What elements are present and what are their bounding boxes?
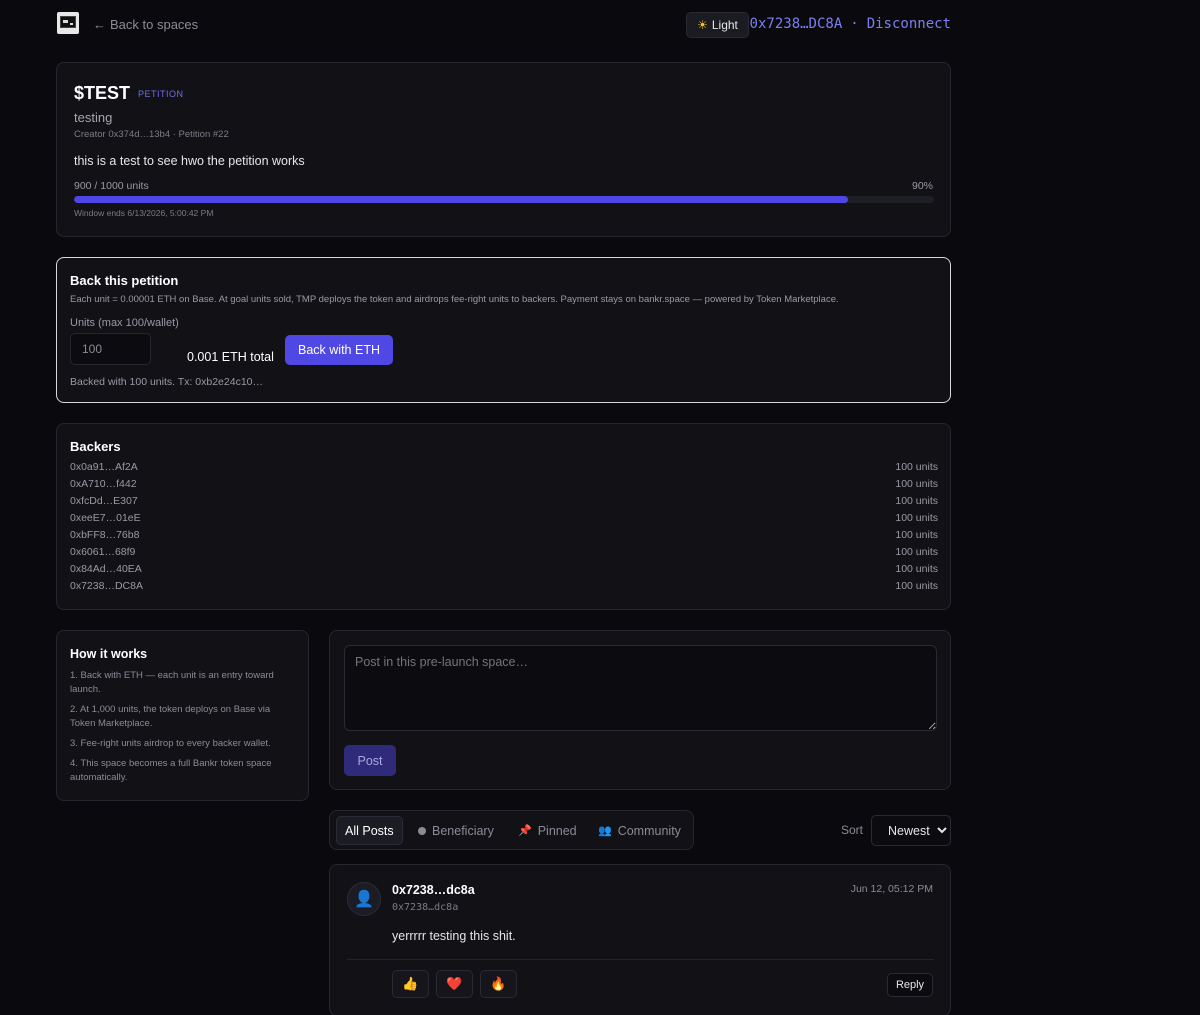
pin-icon: 📌	[518, 825, 532, 837]
backer-address: 0x7238…DC8A	[70, 580, 143, 592]
post-card: 👤 0x7238…dc8a 0x7238…dc8a Jun 12, 05:12 …	[329, 864, 951, 1015]
post-author[interactable]: 0x7238…dc8a	[392, 883, 475, 897]
backer-row: 0x84Ad…40EA 100 units	[70, 563, 938, 580]
backer-address: 0x6061…68f9	[70, 546, 136, 558]
theme-toggle-label: Light	[711, 18, 738, 32]
how-it-works-steps: 1. Back with ETH — each unit is an entry…	[70, 669, 294, 791]
user-icon: 👤	[354, 891, 374, 908]
backer-row: 0xbFF8…76b8 100 units	[70, 529, 938, 546]
backers-card: Backers 0x0a91…Af2A 100 units 0xA710…f442…	[56, 423, 951, 610]
arrow-left-icon: ←	[93, 17, 106, 32]
backer-address: 0xbFF8…76b8	[70, 529, 140, 541]
tab-label: Beneficiary	[432, 823, 494, 838]
post-composer: Post	[329, 630, 951, 790]
backer-address: 0xA710…f442	[70, 478, 137, 490]
wallet-bar: 0x7238…DC8A · Disconnect	[750, 16, 951, 32]
feed-tabs: All Posts Beneficiary 📌 Pinned 👥 Community	[329, 810, 694, 850]
wallet-address[interactable]: 0x7238…DC8A	[750, 16, 843, 32]
progress-bar-fill	[74, 196, 848, 203]
backer-row: 0xeeE7…01eE 100 units	[70, 512, 938, 529]
tab-beneficiary[interactable]: Beneficiary	[410, 816, 502, 845]
post-textarea[interactable]	[344, 645, 937, 731]
post-body: yerrrrr testing this shit.	[392, 929, 516, 943]
back-petition-description: Each unit = 0.00001 ETH on Base. At goal…	[70, 294, 839, 305]
backer-row: 0xA710…f442 100 units	[70, 478, 938, 495]
backers-list: 0x0a91…Af2A 100 units 0xA710…f442 100 unit…	[70, 461, 938, 597]
tab-label: Community	[617, 823, 681, 838]
backer-row: 0x7238…DC8A 100 units	[70, 580, 938, 597]
back-petition-title: Back this petition	[70, 273, 179, 288]
progress-bar	[74, 196, 934, 203]
backer-units: 100 units	[895, 478, 938, 490]
divider	[347, 959, 934, 960]
units-input-label: Units (max 100/wallet)	[70, 317, 179, 329]
app-logo[interactable]	[57, 12, 79, 34]
token-name: testing	[74, 110, 113, 125]
backer-address: 0x84Ad…40EA	[70, 563, 142, 575]
reply-button[interactable]: Reply	[887, 973, 933, 997]
disconnect-button[interactable]: Disconnect	[867, 16, 951, 32]
backer-row: 0x6061…68f9 100 units	[70, 546, 938, 563]
back-link-label: Back to spaces	[110, 17, 199, 32]
backer-address: 0xeeE7…01eE	[70, 512, 141, 524]
tab-pinned[interactable]: 📌 Pinned	[510, 816, 585, 845]
how-it-works-title: How it works	[70, 647, 148, 661]
tab-label: All Posts	[345, 823, 394, 838]
how-it-works-card: How it works 1. Back with ETH — each uni…	[56, 630, 309, 801]
circle-icon	[418, 826, 426, 835]
sort-select[interactable]: Newest	[871, 815, 951, 846]
petition-card: $TEST PETITION testing Creator 0x374d…13…	[56, 62, 951, 237]
tab-all-posts[interactable]: All Posts	[336, 816, 403, 845]
heart-reaction-button[interactable]: ❤️	[436, 970, 473, 998]
backer-units: 100 units	[895, 529, 938, 541]
theme-toggle-button[interactable]: ☀ Light	[686, 12, 749, 38]
sun-icon: ☀	[697, 18, 708, 32]
top-bar: ← Back to spaces ☀ Light 0x7238…DC8A · Disc…	[57, 12, 951, 38]
tab-label: Pinned	[537, 823, 577, 838]
how-step: 4. This space becomes a full Bankr token…	[70, 758, 272, 783]
people-icon: 👥	[598, 825, 612, 837]
how-step: 3. Fee-right units airdrop to every back…	[70, 738, 271, 749]
post-handle: 0x7238…dc8a	[392, 902, 459, 913]
back-with-eth-button[interactable]: Back with ETH	[285, 335, 393, 365]
backer-row: 0x0a91…Af2A 100 units	[70, 461, 938, 478]
post-timestamp: Jun 12, 05:12 PM	[850, 883, 933, 895]
petition-meta: Creator 0x374d…13b4 · Petition #22	[74, 129, 229, 140]
backer-address: 0x0a91…Af2A	[70, 461, 138, 473]
tab-community[interactable]: 👥 Community	[590, 816, 689, 845]
petition-description: this is a test to see hwo the petition w…	[74, 154, 305, 168]
backer-units: 100 units	[895, 546, 938, 558]
backer-row: 0xfcDd…E307 100 units	[70, 495, 938, 512]
eth-total: 0.001 ETH total	[187, 350, 274, 364]
backer-address: 0xfcDd…E307	[70, 495, 138, 507]
backer-units: 100 units	[895, 563, 938, 575]
thumbs-up-reaction-button[interactable]: 👍	[392, 970, 429, 998]
petition-badge: PETITION	[138, 89, 184, 99]
avatar[interactable]: 👤	[347, 882, 381, 916]
separator-dot: ·	[850, 16, 859, 32]
window-end-text: Window ends 6/13/2026, 5:00:42 PM	[74, 208, 214, 218]
backing-status: Backed with 100 units. Tx: 0xb2e24c10…	[70, 376, 264, 388]
token-ticker: $TEST	[74, 83, 131, 103]
fire-reaction-button[interactable]: 🔥	[480, 970, 517, 998]
progress-percent: 90%	[911, 180, 933, 192]
backers-title: Backers	[70, 439, 121, 454]
backer-units: 100 units	[895, 495, 938, 507]
units-progress-text: 900 / 1000 units	[74, 180, 149, 192]
back-petition-card: Back this petition Each unit = 0.00001 E…	[56, 257, 951, 403]
post-button[interactable]: Post	[344, 745, 396, 776]
backer-units: 100 units	[895, 461, 938, 473]
how-step: 2. At 1,000 units, the token deploys on …	[70, 704, 271, 729]
backer-units: 100 units	[895, 580, 938, 592]
units-input[interactable]	[70, 333, 151, 365]
how-step: 1. Back with ETH — each unit is an entry…	[70, 670, 274, 695]
back-to-spaces-link[interactable]: ← Back to spaces	[93, 17, 198, 32]
sort-label: Sort	[841, 823, 864, 837]
backer-units: 100 units	[895, 512, 938, 524]
